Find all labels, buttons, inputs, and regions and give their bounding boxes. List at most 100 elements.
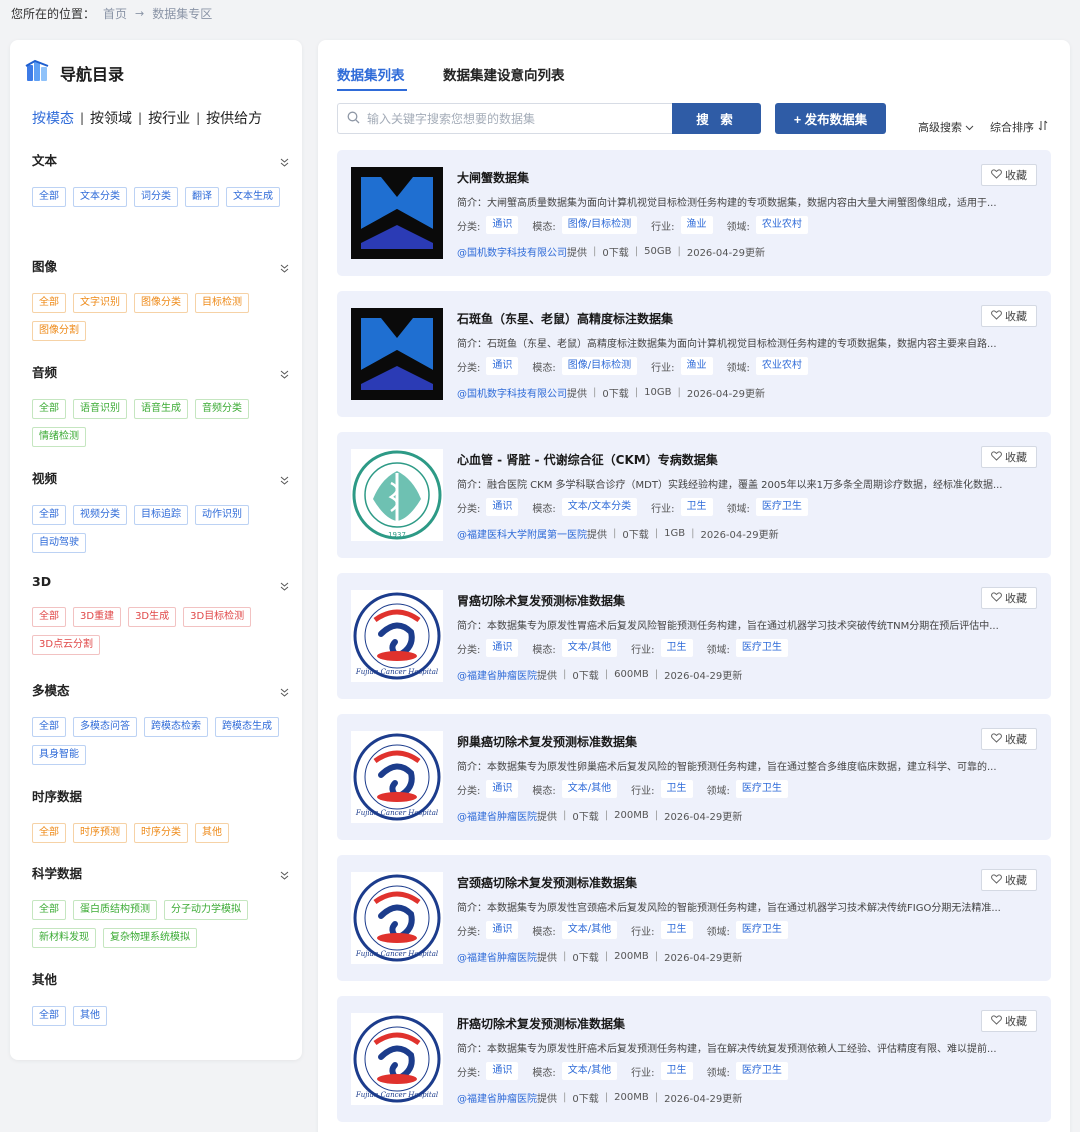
- category-tag[interactable]: 目标追踪: [134, 505, 188, 525]
- category-tag[interactable]: 文字识别: [73, 293, 127, 313]
- category-tag[interactable]: 3D生成: [128, 607, 177, 627]
- modality-badge[interactable]: 文本/其他: [561, 639, 618, 657]
- category-tag[interactable]: 翻译: [185, 187, 219, 207]
- category-tag[interactable]: 情绪检测: [32, 427, 86, 447]
- provider-link[interactable]: @福建省肿瘤医院: [457, 949, 537, 964]
- favorite-button[interactable]: 收藏: [981, 587, 1037, 609]
- dataset-logo-image[interactable]: Fujian Cancer Hospital: [351, 872, 443, 964]
- industry-badge[interactable]: 卫生: [660, 921, 693, 939]
- category-tag[interactable]: 全部: [32, 187, 66, 207]
- category-tag[interactable]: 视频分类: [73, 505, 127, 525]
- category-name[interactable]: 图像: [32, 256, 288, 275]
- domain-badge[interactable]: 农业农村: [755, 216, 808, 234]
- industry-badge[interactable]: 卫生: [660, 639, 693, 657]
- dataset-logo-image[interactable]: [351, 167, 443, 259]
- category-name[interactable]: 科学数据: [32, 863, 288, 882]
- category-tag[interactable]: 多模态问答: [73, 717, 137, 737]
- search-input[interactable]: [367, 111, 657, 126]
- collapse-chevron-icon[interactable]: [280, 152, 289, 167]
- filter-tab-1[interactable]: 按领域: [90, 108, 132, 128]
- domain-badge[interactable]: 农业农村: [755, 357, 808, 375]
- dataset-logo-image[interactable]: Fujian Cancer Hospital: [351, 590, 443, 682]
- domain-badge[interactable]: 医疗卫生: [735, 639, 788, 657]
- industry-badge[interactable]: 卫生: [660, 780, 693, 798]
- category-tag[interactable]: 语音生成: [134, 399, 188, 419]
- modality-badge[interactable]: 文本/文本分类: [561, 498, 638, 516]
- category-tag[interactable]: 文本分类: [73, 187, 127, 207]
- search-button[interactable]: 搜 索: [672, 103, 761, 134]
- industry-badge[interactable]: 卫生: [680, 498, 713, 516]
- category-tag[interactable]: 全部: [32, 900, 66, 920]
- collapse-chevron-icon[interactable]: [280, 258, 289, 273]
- dataset-logo-image[interactable]: 1937: [351, 449, 443, 541]
- category-tag[interactable]: 图像分割: [32, 321, 86, 341]
- category-tag[interactable]: 动作识别: [195, 505, 249, 525]
- breadcrumb-home-link[interactable]: 首页: [103, 5, 127, 22]
- dataset-title[interactable]: 石斑鱼（东星、老鼠）高精度标注数据集: [457, 310, 673, 327]
- category-name[interactable]: 视频: [32, 468, 288, 487]
- dataset-card[interactable]: Fujian Cancer Hospital 肝癌切除术复发预测标准数据集 收藏 简介…: [337, 996, 1051, 1122]
- category-tag[interactable]: 全部: [32, 505, 66, 525]
- category-name[interactable]: 多模态: [32, 680, 288, 699]
- category-tag[interactable]: 词分类: [134, 187, 178, 207]
- category-name[interactable]: 3D: [32, 574, 288, 589]
- dataset-card[interactable]: Fujian Cancer Hospital 宫颈癌切除术复发预测标准数据集 收藏简…: [337, 855, 1051, 981]
- category-tag[interactable]: 其他: [195, 823, 229, 843]
- tab-dataset-intent-list[interactable]: 数据集建设意向列表: [443, 64, 565, 84]
- collapse-chevron-icon[interactable]: [280, 682, 289, 697]
- tab-dataset-list[interactable]: 数据集列表: [337, 64, 405, 84]
- dataset-logo-image[interactable]: [351, 308, 443, 400]
- advanced-search-toggle[interactable]: 高级搜索: [918, 119, 974, 135]
- category-tag[interactable]: 全部: [32, 1006, 66, 1026]
- category-badge[interactable]: 通识: [486, 498, 519, 516]
- category-badge[interactable]: 通识: [486, 1062, 519, 1080]
- category-badge[interactable]: 通识: [486, 357, 519, 375]
- dataset-title[interactable]: 肝癌切除术复发预测标准数据集: [457, 1015, 625, 1032]
- favorite-button[interactable]: 收藏: [981, 869, 1037, 891]
- provider-link[interactable]: @国机数字科技有限公司: [457, 244, 567, 259]
- collapse-chevron-icon[interactable]: [280, 576, 289, 591]
- category-badge[interactable]: 通识: [486, 216, 519, 234]
- category-name[interactable]: 时序数据: [32, 786, 288, 805]
- breadcrumb-current[interactable]: 数据集专区: [152, 5, 212, 22]
- category-tag[interactable]: 新材料发现: [32, 928, 96, 948]
- category-tag[interactable]: 图像分类: [134, 293, 188, 313]
- category-badge[interactable]: 通识: [486, 780, 519, 798]
- category-name[interactable]: 其他: [32, 969, 288, 988]
- provider-link[interactable]: @福建省肿瘤医院: [457, 1090, 537, 1105]
- category-tag[interactable]: 全部: [32, 717, 66, 737]
- category-tag[interactable]: 音频分类: [195, 399, 249, 419]
- domain-badge[interactable]: 医疗卫生: [755, 498, 808, 516]
- category-tag[interactable]: 分子动力学模拟: [164, 900, 248, 920]
- category-name[interactable]: 音频: [32, 362, 288, 381]
- category-tag[interactable]: 复杂物理系统模拟: [103, 928, 197, 948]
- category-tag[interactable]: 全部: [32, 607, 66, 627]
- dataset-title[interactable]: 胃癌切除术复发预测标准数据集: [457, 592, 625, 609]
- category-badge[interactable]: 通识: [486, 921, 519, 939]
- category-tag[interactable]: 语音识别: [73, 399, 127, 419]
- category-tag[interactable]: 目标检测: [195, 293, 249, 313]
- category-tag[interactable]: 全部: [32, 823, 66, 843]
- favorite-button[interactable]: 收藏: [981, 446, 1037, 468]
- domain-badge[interactable]: 医疗卫生: [735, 921, 788, 939]
- category-tag[interactable]: 全部: [32, 399, 66, 419]
- category-tag[interactable]: 时序预测: [73, 823, 127, 843]
- industry-badge[interactable]: 渔业: [680, 216, 713, 234]
- category-name[interactable]: 文本: [32, 150, 288, 169]
- category-tag[interactable]: 时序分类: [134, 823, 188, 843]
- dataset-title[interactable]: 卵巢癌切除术复发预测标准数据集: [457, 733, 637, 750]
- dataset-card[interactable]: 石斑鱼（东星、老鼠）高精度标注数据集 收藏 简介：石斑鱼（东星、老鼠）高精度标注数据…: [337, 291, 1051, 417]
- category-tag[interactable]: 3D重建: [73, 607, 122, 627]
- collapse-chevron-icon[interactable]: [280, 470, 289, 485]
- category-tag[interactable]: 跨模态生成: [215, 717, 279, 737]
- modality-badge[interactable]: 图像/目标检测: [561, 357, 638, 375]
- category-tag[interactable]: 3D目标检测: [183, 607, 252, 627]
- modality-badge[interactable]: 文本/其他: [561, 921, 618, 939]
- provider-link[interactable]: @福建医科大学附属第一医院: [457, 526, 587, 541]
- modality-badge[interactable]: 文本/其他: [561, 1062, 618, 1080]
- category-tag[interactable]: 跨模态检索: [144, 717, 208, 737]
- industry-badge[interactable]: 卫生: [660, 1062, 693, 1080]
- category-tag[interactable]: 文本生成: [226, 187, 280, 207]
- dataset-card[interactable]: Fujian Cancer Hospital 卵巢癌切除术复发预测标准数据集 收藏简…: [337, 714, 1051, 840]
- publish-dataset-button[interactable]: + 发布数据集: [775, 103, 886, 134]
